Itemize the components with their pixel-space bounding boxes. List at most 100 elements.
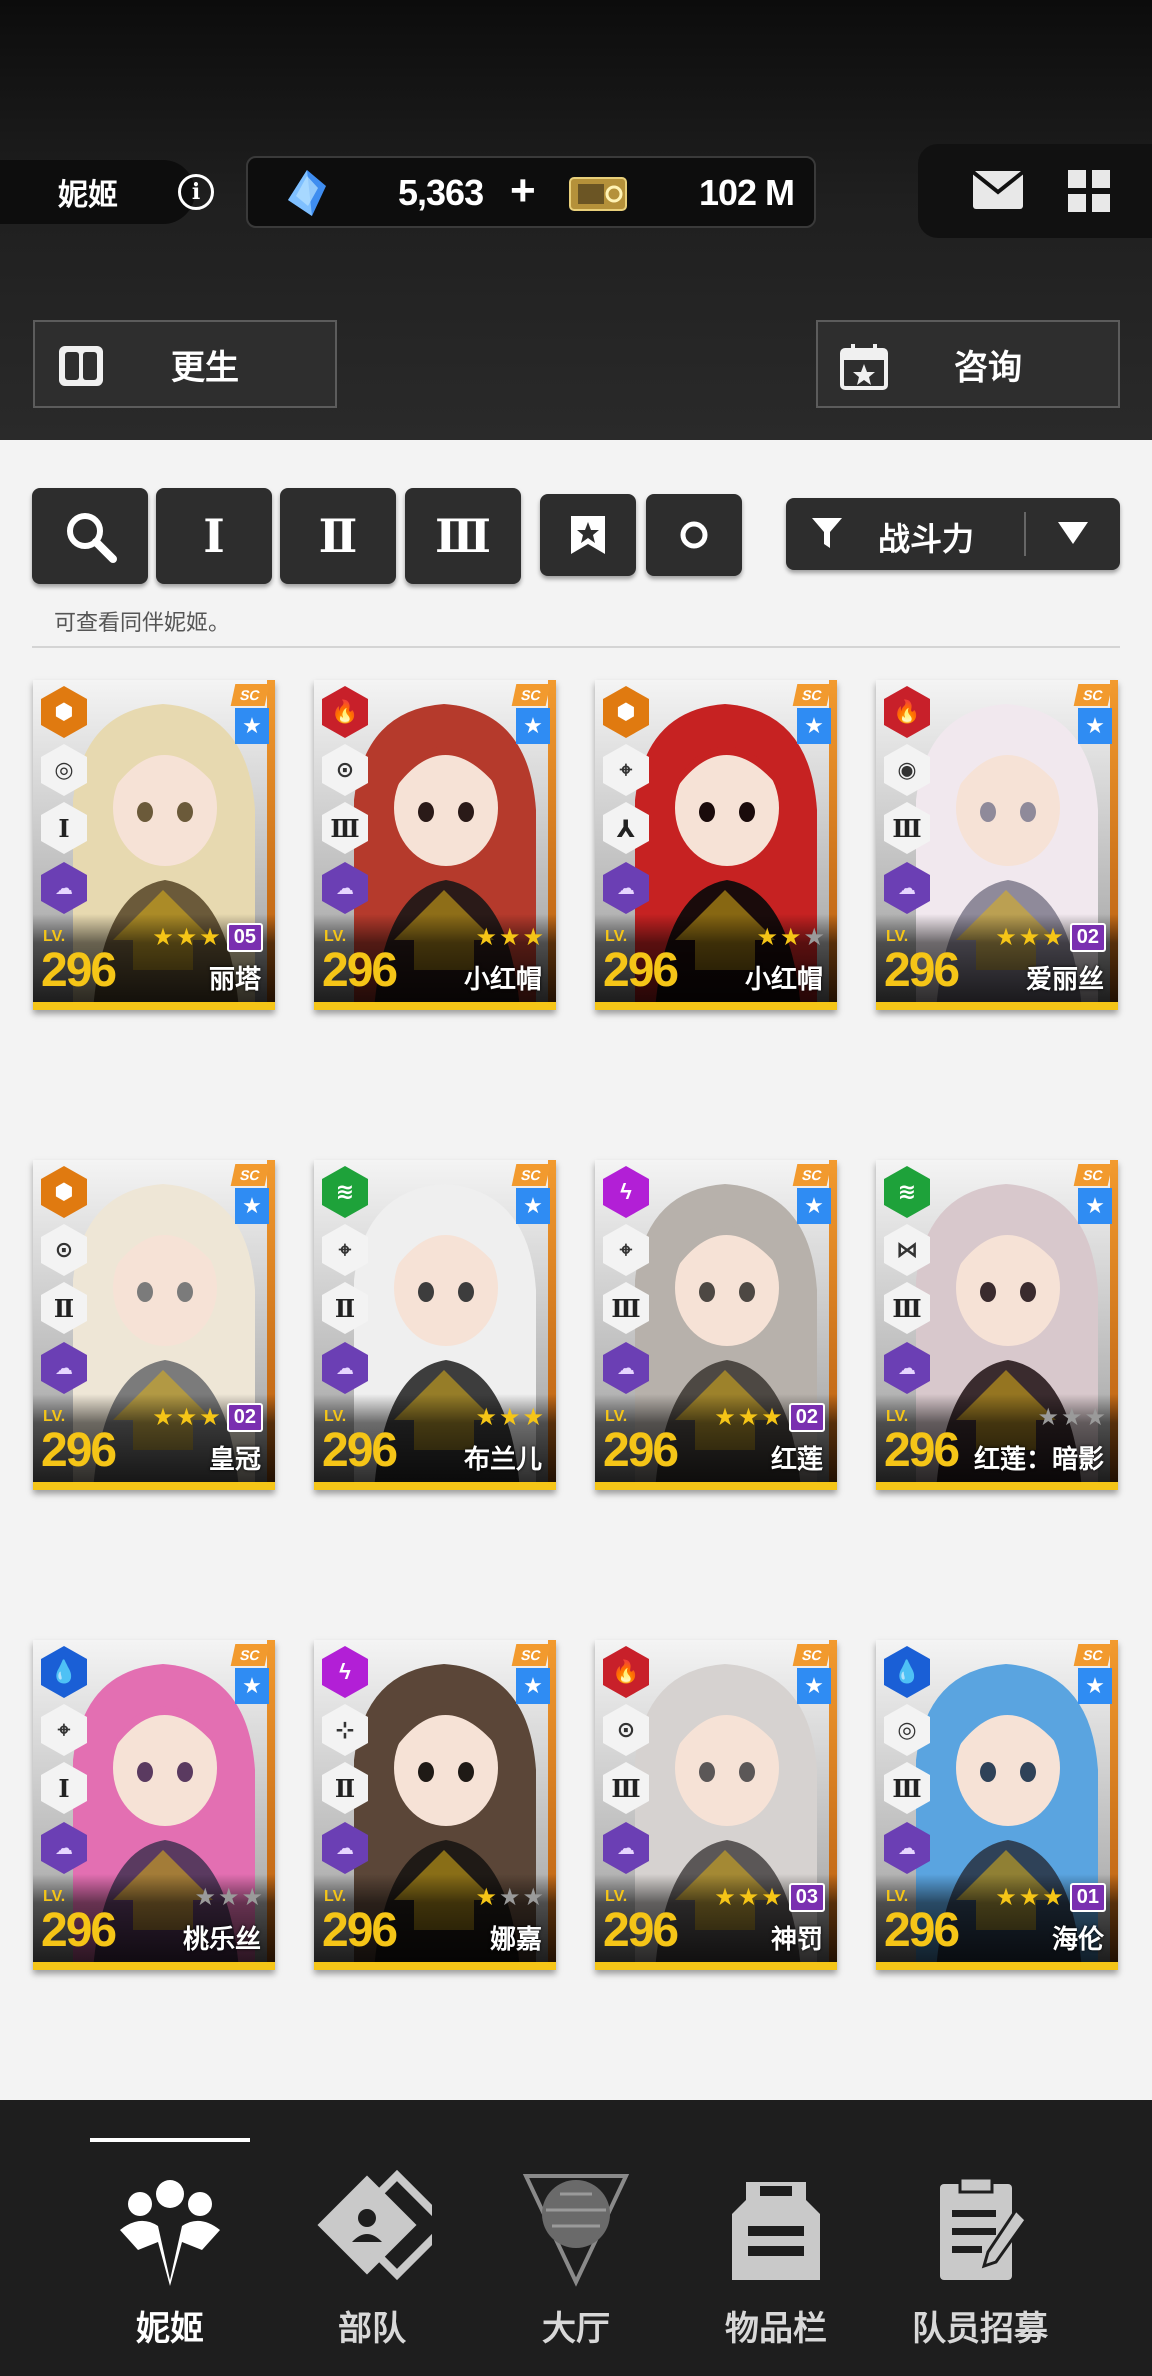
nav-inventory[interactable]: 物品栏	[676, 2140, 876, 2349]
star-icon: ★	[475, 924, 497, 951]
nav-recruit[interactable]: 队员招募	[880, 2140, 1080, 2349]
nikke-card[interactable]: SC ★ ⬢ ⌖ ⅄ ☁ LV. 296 ★ ★ ★ 小红帽	[595, 680, 837, 1010]
level-value: 296	[322, 1424, 398, 1477]
burst-3-filter[interactable]: Ⅲ	[405, 488, 521, 584]
limit-break-badge: 02	[788, 1403, 825, 1432]
star-rating: ★ ★ ★ 02	[714, 1403, 825, 1432]
rarity-badge: SC	[230, 1644, 270, 1666]
card-base-bar	[595, 1482, 837, 1490]
nikke-card[interactable]: SC ★ ϟ ⊹ Ⅱ ☁ LV. 296 ★ ★ ★ 娜嘉	[314, 1640, 556, 1970]
character-name: 皇冠	[208, 1445, 261, 1475]
character-name: 娜嘉	[489, 1925, 542, 1955]
star-icon: ★	[779, 924, 802, 951]
nikke-card[interactable]: SC ★ ϟ ⌖ Ⅲ ☁ LV. 296 ★ ★ ★ 02 红莲	[595, 1160, 837, 1490]
favorite-star-icon: ★	[235, 1668, 269, 1704]
top-bar: 妮姬 i 5,363 + 102 M 更生 咨询	[0, 0, 1152, 440]
star-icon: ★	[199, 1404, 221, 1431]
burst-1-filter[interactable]: Ⅰ	[156, 488, 272, 584]
character-name: 小红帽	[463, 965, 542, 995]
rarity-badge: SC	[511, 1164, 551, 1186]
search-button[interactable]	[32, 488, 148, 584]
credit-amount: 102 M	[698, 172, 795, 213]
nikke-card[interactable]: SC ★ 💧 ⌖ Ⅰ ☁ LV. 296 ★ ★ ★ 桃乐丝	[33, 1640, 275, 1970]
star-icon: ★	[737, 1404, 760, 1431]
hint-text: 可查看同伴妮姬。	[54, 611, 231, 636]
star-rating: ★ ★ ★	[194, 1883, 263, 1912]
star-icon: ★	[498, 1404, 521, 1431]
info-icon[interactable]: i	[178, 174, 214, 210]
limit-break-badge: 02	[1069, 923, 1106, 952]
star-icon: ★	[714, 1404, 736, 1431]
nikke-card[interactable]: SC ★ 🔥 ⊙ Ⅲ ☁ LV. 296 ★ ★ ★ 小红帽	[314, 680, 556, 1010]
limit-break-badge: 05	[226, 923, 263, 952]
nikke-card[interactable]: SC ★ ⬢ ◎ Ⅰ ☁ LV. 296 ★ ★ ★ 05 丽塔	[33, 680, 275, 1010]
currency-bar: 5,363 + 102 M	[246, 156, 816, 228]
chevron-down-icon	[1058, 522, 1088, 544]
favorite-star-icon: ★	[797, 1188, 831, 1224]
rarity-badge: SC	[1073, 1644, 1113, 1666]
nikke-card[interactable]: SC ★ ≋ ⌖ Ⅱ ☁ LV. 296 ★ ★ ★ 布兰儿	[314, 1160, 556, 1490]
credit-icon	[569, 177, 627, 211]
star-icon: ★	[199, 924, 221, 951]
rebirth-label: 更生	[171, 347, 239, 388]
sort-dropdown[interactable]: 战斗力	[786, 498, 1120, 570]
nav-nikke[interactable]: 妮姬	[70, 2140, 270, 2349]
favorite-star-icon: ★	[516, 1188, 550, 1224]
limit-break-badge: 02	[226, 1403, 263, 1432]
star-rating: ★ ★ ★	[475, 923, 544, 952]
squad-icon	[317, 2169, 453, 2281]
nav-label: 队员招募	[912, 2309, 1048, 2349]
favorite-star-icon: ★	[516, 708, 550, 744]
nav-squad[interactable]: 部队	[272, 2140, 472, 2349]
character-name: 红莲：暗影	[973, 1445, 1104, 1475]
bottom-nav: 妮姬 部队 大厅 物品栏 队员招募	[0, 2100, 1152, 2376]
sort-divider	[1024, 512, 1026, 556]
filter-icon	[812, 518, 842, 548]
star-icon: ★	[1084, 1404, 1106, 1431]
nav-label: 大厅	[542, 2309, 610, 2349]
add-gems-button[interactable]: +	[510, 166, 536, 216]
level-value: 296	[603, 1904, 679, 1957]
star-icon: ★	[522, 924, 544, 951]
star-icon: ★	[498, 924, 521, 951]
nav-lobby[interactable]: 大厅	[476, 2140, 676, 2349]
consult-button[interactable]: 咨询	[816, 320, 1120, 408]
star-icon: ★	[995, 924, 1017, 951]
circle-filter[interactable]	[646, 494, 742, 576]
nikke-card[interactable]: SC ★ 🔥 ⊙ Ⅲ ☁ LV. 296 ★ ★ ★ 03 神罚	[595, 1640, 837, 1970]
star-icon: ★	[1060, 1404, 1083, 1431]
card-base-bar	[876, 1002, 1118, 1010]
rebirth-button[interactable]: 更生	[33, 320, 337, 408]
star-icon: ★	[175, 1404, 198, 1431]
star-icon: ★	[475, 1404, 497, 1431]
top-right-menu	[918, 144, 1152, 238]
star-rating: ★ ★ ★	[475, 1883, 544, 1912]
favorite-star-icon: ★	[797, 708, 831, 744]
favorite-filter[interactable]	[540, 494, 636, 576]
mail-icon[interactable]	[972, 170, 1024, 210]
grid-icon[interactable]	[1068, 170, 1110, 212]
rarity-badge: SC	[792, 1644, 832, 1666]
level-value: 296	[884, 1904, 960, 1957]
nikke-card[interactable]: SC ★ 🔥 ◉ Ⅲ ☁ LV. 296 ★ ★ ★ 02 爱丽丝	[876, 680, 1118, 1010]
favorite-star-icon: ★	[1078, 1188, 1112, 1224]
level-value: 296	[41, 1424, 117, 1477]
favorite-star-icon: ★	[797, 1668, 831, 1704]
lobby-icon	[522, 2174, 630, 2287]
star-icon: ★	[803, 924, 825, 951]
recruit-icon	[940, 2176, 1028, 2280]
rarity-badge: SC	[792, 684, 832, 706]
level-value: 296	[603, 944, 679, 997]
player-name: 妮姬	[0, 160, 195, 224]
nikke-card[interactable]: SC ★ ⬢ ⊙ Ⅱ ☁ LV. 296 ★ ★ ★ 02 皇冠	[33, 1160, 275, 1490]
nikke-card[interactable]: SC ★ ≋ ⋈ Ⅲ ☁ LV. 296 ★ ★ ★ 红莲：暗影	[876, 1160, 1118, 1490]
star-rating: ★ ★ ★ 01	[995, 1883, 1106, 1912]
burst-2-filter[interactable]: Ⅱ	[280, 488, 396, 584]
divider	[32, 646, 1120, 648]
nikke-card[interactable]: SC ★ 💧 ◎ Ⅲ ☁ LV. 296 ★ ★ ★ 01 海伦	[876, 1640, 1118, 1970]
card-base-bar	[33, 1002, 275, 1010]
rarity-badge: SC	[1073, 684, 1113, 706]
favorite-star-icon: ★	[516, 1668, 550, 1704]
star-icon: ★	[241, 1884, 263, 1911]
star-icon: ★	[1042, 1884, 1064, 1911]
